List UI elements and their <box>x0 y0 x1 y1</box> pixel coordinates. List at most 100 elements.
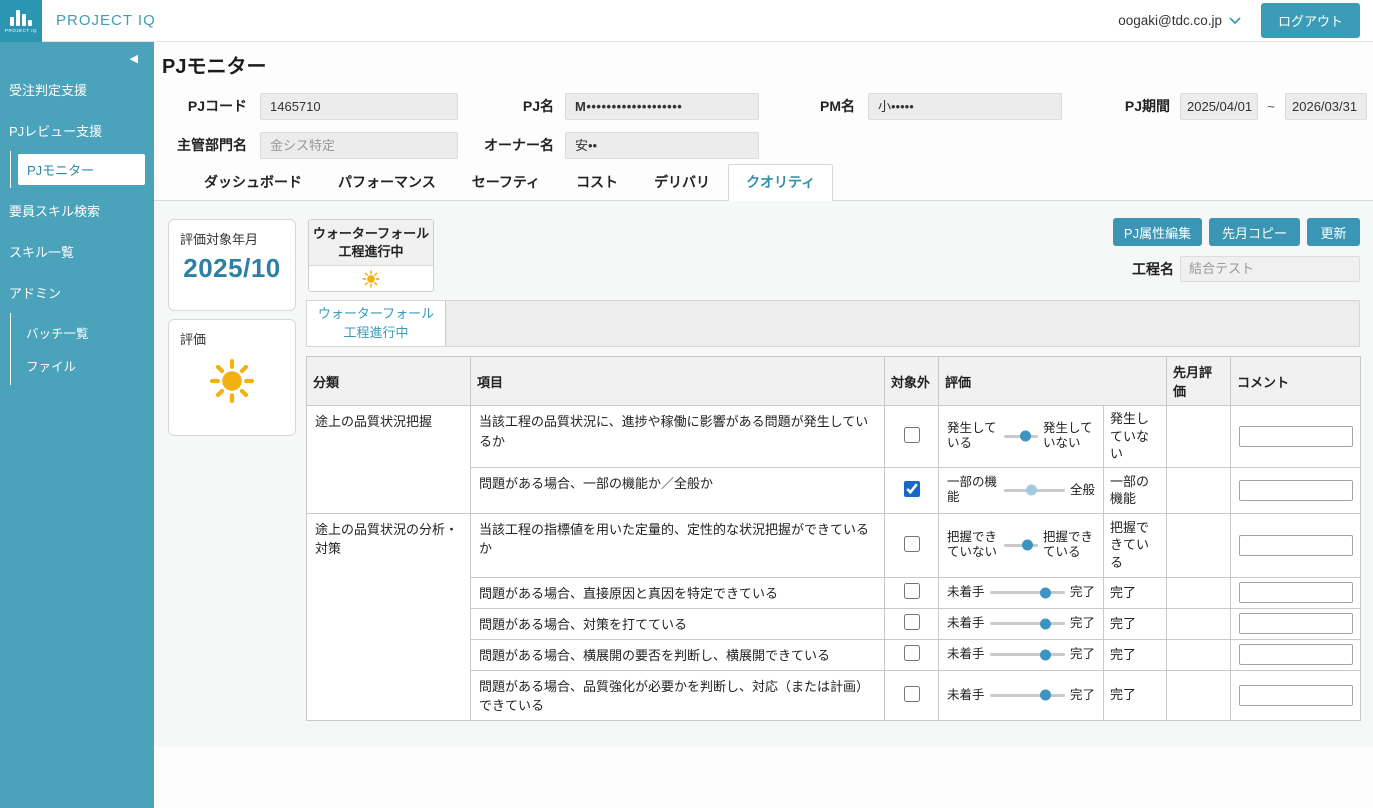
prev-eval-cell <box>1167 670 1231 720</box>
pj-attribute-edit-button[interactable]: PJ属性編集 <box>1113 218 1202 246</box>
sun-icon <box>362 270 380 288</box>
tab-waterfall-in-progress[interactable]: ウォーターフォール 工程進行中 <box>307 301 446 346</box>
slider-handle[interactable] <box>1022 540 1033 551</box>
period-separator: ~ <box>1262 93 1280 120</box>
sidebar-collapse-button[interactable]: ◀ <box>0 42 154 69</box>
sidebar-item-order-support[interactable]: 受注判定支援 <box>0 69 154 110</box>
tab-dashboard[interactable]: ダッシュボード <box>186 164 320 200</box>
slider-track[interactable] <box>1004 544 1038 547</box>
sidebar-item-skill-list[interactable]: スキル一覧 <box>0 231 154 272</box>
eval-slider[interactable]: 未着手 完了 <box>947 616 1095 631</box>
exclude-checkbox[interactable] <box>904 686 920 702</box>
sidebar-item-skill-search[interactable]: 要員スキル検索 <box>0 190 154 231</box>
tab-cost[interactable]: コスト <box>558 164 636 200</box>
slider-track[interactable] <box>990 653 1065 656</box>
eval-month-label: 評価対象年月 <box>169 220 295 248</box>
comment-input[interactable] <box>1239 535 1353 556</box>
sun-icon <box>209 358 255 404</box>
exclude-checkbox[interactable] <box>904 645 920 661</box>
owner-label: オーナー名 <box>464 132 554 159</box>
prev-eval-cell <box>1167 577 1231 608</box>
eval-month-card: 評価対象年月 2025/10 <box>168 219 296 311</box>
sidebar-item-pj-review-support[interactable]: PJレビュー支援 <box>0 110 154 151</box>
tab-safety[interactable]: セーフティ <box>454 164 558 200</box>
owner-field[interactable]: 安•• <box>565 132 759 159</box>
sidebar-item-admin[interactable]: アドミン <box>0 272 154 313</box>
comment-input[interactable] <box>1239 582 1353 603</box>
eval-slider[interactable]: 一部の機能 全般 <box>947 475 1095 505</box>
item-cell: 問題がある場合、品質強化が必要かを判断し、対応（または計画）できている <box>471 670 885 720</box>
eval-slider-cell: 発生している 発生していない <box>939 406 1104 468</box>
eval-month-value: 2025/10 <box>169 253 295 284</box>
pj-name-label: PJ名 <box>464 93 554 120</box>
slider-track[interactable] <box>990 622 1065 625</box>
slider-handle[interactable] <box>1040 690 1051 701</box>
sidebar-item-file[interactable]: ファイル <box>11 349 154 382</box>
eval-slider[interactable]: 未着手 完了 <box>947 585 1095 600</box>
user-menu[interactable]: oogaki@tdc.co.jp <box>1118 13 1241 28</box>
process-tab-strip: ウォーターフォール 工程進行中 <box>306 300 1360 347</box>
comment-input[interactable] <box>1239 644 1353 665</box>
comment-input[interactable] <box>1239 426 1353 447</box>
slider-track[interactable] <box>1004 435 1038 438</box>
prev-eval-cell <box>1167 406 1231 468</box>
eval-value-cell: 完了 <box>1104 608 1167 639</box>
process-name-label: 工程名 <box>1132 259 1174 279</box>
dept-label: 主管部門名 <box>154 132 247 159</box>
item-cell: 問題がある場合、一部の機能か／全般か <box>471 467 885 513</box>
eval-slider[interactable]: 発生している 発生していない <box>947 421 1095 451</box>
item-cell: 問題がある場合、対策を打てている <box>471 608 885 639</box>
pm-name-field[interactable]: 小••••• <box>868 93 1062 120</box>
table-row: 途上の品質状況の分析・対策 当該工程の指標値を用いた定量的、定性的な状況把握がで… <box>307 513 1361 577</box>
tab-delivery[interactable]: デリバリ <box>636 164 728 200</box>
slider-track[interactable] <box>1004 489 1065 492</box>
comment-input[interactable] <box>1239 480 1353 501</box>
tab-quality[interactable]: クオリティ <box>728 164 833 201</box>
item-cell: 当該工程の品質状況に、進捗や稼働に影響がある問題が発生しているか <box>471 406 885 468</box>
exclude-checkbox[interactable] <box>904 481 920 497</box>
col-header-eval: 評価 <box>939 357 1167 406</box>
exclude-checkbox[interactable] <box>904 427 920 443</box>
sidebar-subgroup-admin: バッチ一覧 ファイル <box>10 313 154 385</box>
logout-button[interactable]: ログアウト <box>1261 3 1360 38</box>
table-header-row: 分類 項目 対象外 評価 先月評価 コメント <box>307 357 1361 406</box>
logo-caption: PROJECT IQ <box>5 28 37 33</box>
process-name-field[interactable]: 結合テスト <box>1180 256 1360 282</box>
slider-handle[interactable] <box>1020 431 1031 442</box>
exclude-checkbox[interactable] <box>904 536 920 552</box>
eval-slider-cell: 未着手 完了 <box>939 608 1104 639</box>
slider-handle[interactable] <box>1040 649 1051 660</box>
eval-slider[interactable]: 未着手 完了 <box>947 647 1095 662</box>
update-button[interactable]: 更新 <box>1307 218 1360 246</box>
comment-input[interactable] <box>1239 613 1353 634</box>
eval-value-cell: 完了 <box>1104 577 1167 608</box>
exclude-checkbox[interactable] <box>904 614 920 630</box>
tab-performance[interactable]: パフォーマンス <box>320 164 454 200</box>
eval-summary-card: 評価 <box>168 319 296 436</box>
slider-handle[interactable] <box>1040 618 1051 629</box>
pj-period-start-field[interactable]: 2025/04/01 <box>1180 93 1258 120</box>
process-status-card: ウォーターフォール 工程進行中 <box>308 219 434 292</box>
slider-handle[interactable] <box>1026 485 1037 496</box>
slider-handle[interactable] <box>1040 587 1051 598</box>
sidebar-item-pj-monitor[interactable]: PJモニター <box>18 154 145 185</box>
eval-slider[interactable]: 未着手 完了 <box>947 688 1095 703</box>
quality-tab-content: 評価対象年月 2025/10 評価 ウォーターフォール 工程進行中 PJ属性編集 <box>154 201 1373 746</box>
slider-track[interactable] <box>990 694 1065 697</box>
pj-period-end-field[interactable]: 2026/03/31 <box>1285 93 1367 120</box>
pj-code-field[interactable]: 1465710 <box>260 93 458 120</box>
col-header-item: 項目 <box>471 357 885 406</box>
sidebar-item-batch-list[interactable]: バッチ一覧 <box>11 316 154 349</box>
copy-last-month-button[interactable]: 先月コピー <box>1209 218 1300 246</box>
pj-name-field[interactable]: M••••••••••••••••••• <box>565 93 759 120</box>
pj-period-label: PJ期間 <box>1074 93 1170 120</box>
comment-input[interactable] <box>1239 685 1353 706</box>
eval-slider-cell: 未着手 完了 <box>939 639 1104 670</box>
quality-eval-table: 分類 項目 対象外 評価 先月評価 コメント 途上の品質状況把握 当該工程の品質… <box>306 356 1361 721</box>
dept-field[interactable]: 金シス特定 <box>260 132 458 159</box>
eval-slider[interactable]: 把握できていない 把握できている <box>947 530 1095 560</box>
slider-track[interactable] <box>990 591 1065 594</box>
sidebar-subgroup-review: PJモニター <box>10 151 154 188</box>
exclude-checkbox[interactable] <box>904 583 920 599</box>
user-email: oogaki@tdc.co.jp <box>1118 13 1222 28</box>
